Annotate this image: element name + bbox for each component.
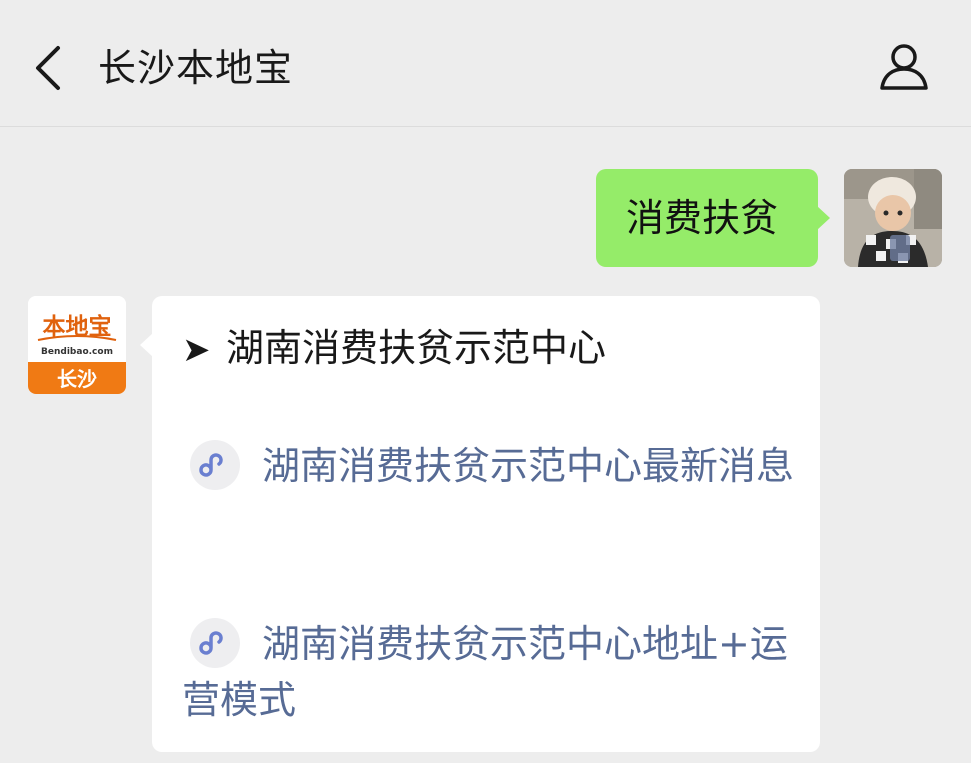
link-text: 湖南消费扶贫示范中心最新消息	[262, 444, 795, 488]
user-avatar[interactable]	[844, 169, 942, 267]
bendibao-logo: 本地宝 Bendibao.com 长沙	[28, 296, 126, 394]
heading-text: 湖南消费扶贫示范中心	[226, 326, 607, 370]
profile-button[interactable]	[874, 40, 934, 96]
link-text: 湖南消费扶贫示范中心地址+运营模式	[182, 622, 788, 722]
mini-program-link[interactable]: 湖南消费扶贫示范中心最新消息	[182, 438, 802, 494]
svg-text:Bendibao.com: Bendibao.com	[41, 347, 113, 357]
mini-program-link[interactable]: 湖南消费扶贫示范中心地址+运营模式	[182, 616, 802, 728]
top-navigation-bar: 长沙本地宝	[0, 0, 971, 127]
chat-title: 长沙本地宝	[98, 46, 294, 90]
user-avatar-photo	[844, 169, 942, 267]
outgoing-message-bubble[interactable]: 消费扶贫	[596, 169, 830, 267]
chevron-left-icon	[36, 46, 60, 90]
mini-program-icon	[190, 439, 240, 490]
person-icon	[880, 44, 928, 90]
arrow-bullet-icon: ➤	[182, 330, 211, 370]
mini-program-icon	[190, 617, 240, 668]
bot-avatar[interactable]: 本地宝 Bendibao.com 长沙	[28, 296, 126, 394]
incoming-message-bubble: ➤ 湖南消费扶贫示范中心 湖南消费扶贫示范中心最新消息 湖南消费扶贫示范中心地址+…	[140, 296, 820, 752]
outgoing-message-text: 消费扶贫	[626, 196, 779, 240]
back-button[interactable]	[28, 40, 72, 96]
message-heading: ➤ 湖南消费扶贫示范中心	[182, 324, 606, 374]
svg-text:长沙: 长沙	[57, 367, 97, 391]
